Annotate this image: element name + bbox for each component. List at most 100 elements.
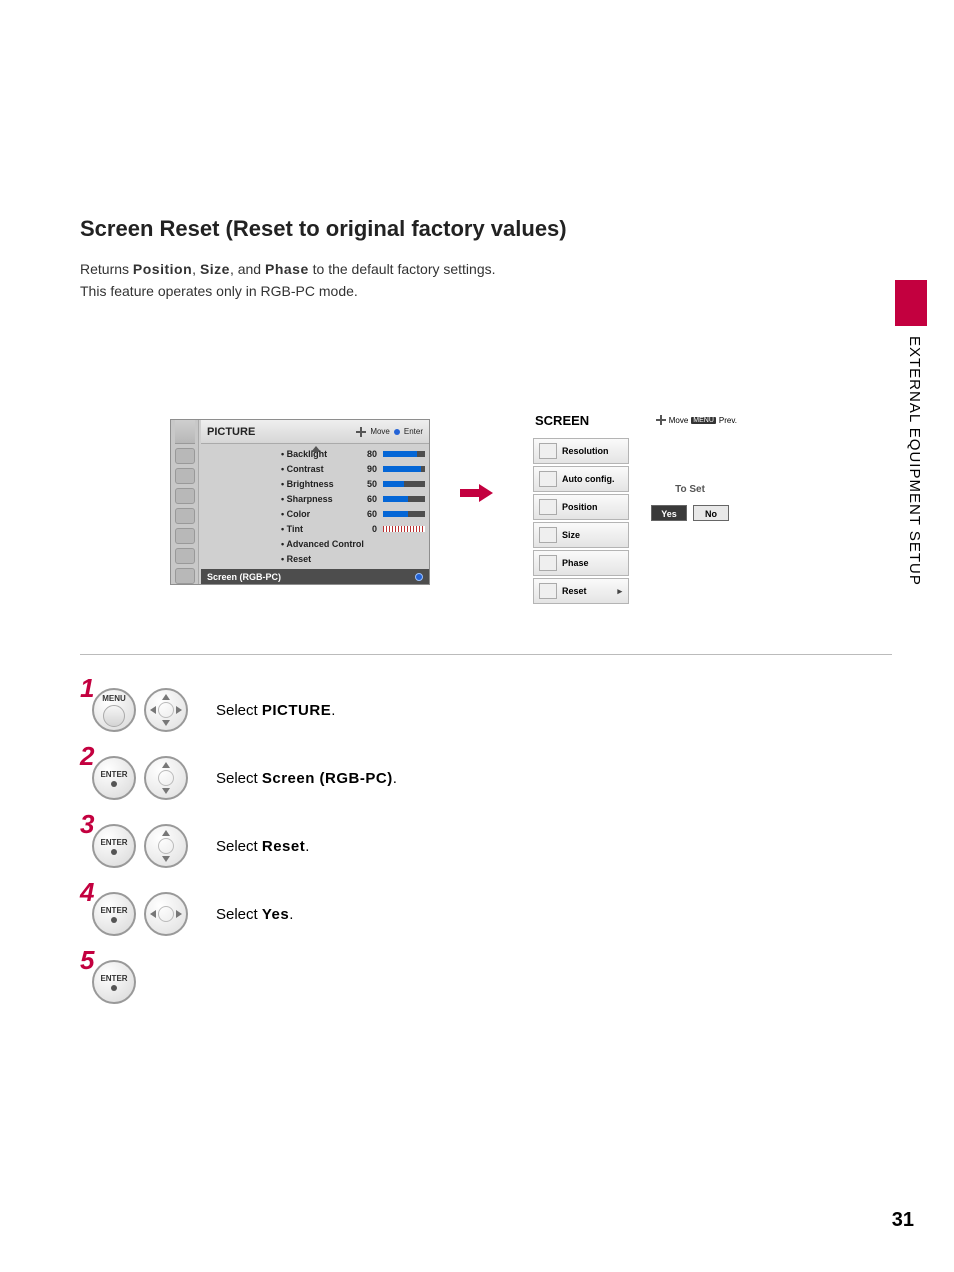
page-number: 31 [892, 1209, 914, 1232]
step-desc: Select Yes. [216, 906, 293, 923]
enter-icon [394, 429, 400, 435]
step-desc: Select PICTURE. [216, 702, 335, 719]
sidebar-icon [175, 468, 195, 484]
intro-phase: Phase [265, 261, 309, 277]
step-4: 4 ENTER Select Yes. [80, 892, 780, 936]
resolution-icon [539, 443, 557, 459]
osd-screen-title: SCREEN [535, 413, 589, 428]
desc-prefix: Select [216, 702, 262, 719]
button-inner-icon [103, 705, 125, 727]
intro-prefix: Returns [80, 261, 133, 277]
step-number: 3 [80, 809, 94, 840]
osd-screen-list: Resolution Auto config. Position Size Ph… [527, 434, 635, 610]
hint-move: Move [669, 416, 689, 425]
btn-label: ENTER [100, 906, 127, 915]
osd-row-sharpness: • Sharpness60 [201, 491, 425, 506]
screen-item-reset[interactable]: Reset▸ [533, 578, 629, 604]
btn-label: ENTER [100, 770, 127, 779]
arrow-right-icon [460, 484, 496, 502]
desc-keyword: Reset [262, 838, 305, 855]
osd-picture-title: PICTURE [207, 426, 255, 438]
row-fill [383, 466, 421, 472]
screen-item-autoconfig[interactable]: Auto config. [533, 466, 629, 492]
osd-row-tint: • Tint0 [201, 521, 425, 536]
sidebar-icon [175, 528, 195, 544]
enter-button-icon: ENTER [92, 892, 136, 936]
no-button[interactable]: No [693, 505, 729, 521]
osd-row-contrast: • Contrast90 [201, 461, 425, 476]
phase-icon [539, 555, 557, 571]
autoconfig-icon [539, 471, 557, 487]
btn-label: ENTER [100, 974, 127, 983]
intro-sep2: , and [230, 261, 265, 277]
osd-picture-header: PICTURE Move Enter [201, 420, 429, 444]
row-name: • Reset [281, 554, 355, 564]
osd-screen-panel: SCREEN Move MENU Prev. Resolution Auto c… [527, 406, 745, 604]
row-name: • Color [281, 509, 355, 519]
sidebar-icon [175, 568, 195, 584]
row-bar [383, 496, 425, 502]
osd-screen-right: To Set Yes No [635, 434, 745, 610]
desc-prefix: Select [216, 906, 262, 923]
footer-label: Screen (RGB-PC) [207, 572, 281, 582]
step-number: 4 [80, 877, 94, 908]
enter-dot-icon [111, 917, 117, 923]
page-title: Screen Reset (Reset to original factory … [80, 216, 567, 242]
sidebar-icon [175, 488, 195, 504]
osd-picture-panel: PICTURE Move Enter • Backlight80 • Contr… [170, 419, 430, 585]
row-bar [383, 511, 425, 517]
row-name: • Sharpness [281, 494, 355, 504]
desc-keyword: Yes [262, 906, 289, 923]
enter-dot-icon [111, 985, 117, 991]
item-label: Auto config. [562, 474, 615, 484]
steps: 1 MENU Select PICTURE. 2 ENTER Select Sc… [80, 688, 780, 1028]
row-value: 80 [355, 449, 377, 459]
reset-icon [539, 583, 557, 599]
side-tab: EXTERNAL EQUIPMENT SETUP [895, 280, 927, 610]
osd-picture-footer: Screen (RGB-PC) [201, 569, 429, 584]
screen-item-phase[interactable]: Phase [533, 550, 629, 576]
intro-sep1: , [192, 261, 200, 277]
screen-item-position[interactable]: Position [533, 494, 629, 520]
row-fill [383, 481, 404, 487]
step-number: 1 [80, 673, 94, 704]
step-desc: Select Reset. [216, 838, 309, 855]
item-label: Size [562, 530, 580, 540]
screen-item-resolution[interactable]: Resolution [533, 438, 629, 464]
desc-prefix: Select [216, 770, 262, 787]
row-bar [383, 526, 425, 532]
to-set-label: To Set [641, 484, 739, 495]
intro-text: Returns Position, Size, and Phase to the… [80, 258, 496, 303]
row-fill [383, 496, 408, 502]
dpad-up-down-icon [144, 756, 188, 800]
row-name: • Contrast [281, 464, 355, 474]
yes-button[interactable]: Yes [651, 505, 687, 521]
osd-screen-header: SCREEN Move MENU Prev. [527, 406, 745, 434]
step-5: 5 ENTER [80, 960, 780, 1004]
osd-row-brightness: • Brightness50 [201, 476, 425, 491]
intro-suffix: to the default factory settings. [309, 261, 496, 277]
sidebar-icon [175, 420, 195, 444]
screen-item-size[interactable]: Size [533, 522, 629, 548]
row-name: • Backlight [281, 449, 355, 459]
dpad-up-down-icon [144, 824, 188, 868]
step-number: 2 [80, 741, 94, 772]
hint-move: Move [370, 427, 390, 436]
osd-picture-items: • Backlight80 • Contrast90 • Brightness5… [201, 446, 425, 566]
intro-size: Size [200, 261, 230, 277]
sidebar-icon [175, 548, 195, 564]
move-icon [356, 427, 366, 437]
row-value: 90 [355, 464, 377, 474]
step-desc: Select Screen (RGB-PC). [216, 770, 397, 787]
step-2: 2 ENTER Select Screen (RGB-PC). [80, 756, 780, 800]
osd-row-reset: • Reset [201, 551, 425, 566]
enter-icon [415, 573, 423, 581]
intro-position: Position [133, 261, 192, 277]
btn-label: MENU [102, 694, 126, 703]
row-name: • Tint [281, 524, 355, 534]
size-icon [539, 527, 557, 543]
enter-dot-icon [111, 781, 117, 787]
osd-row-color: • Color60 [201, 506, 425, 521]
position-icon [539, 499, 557, 515]
desc-suffix: . [289, 906, 293, 923]
